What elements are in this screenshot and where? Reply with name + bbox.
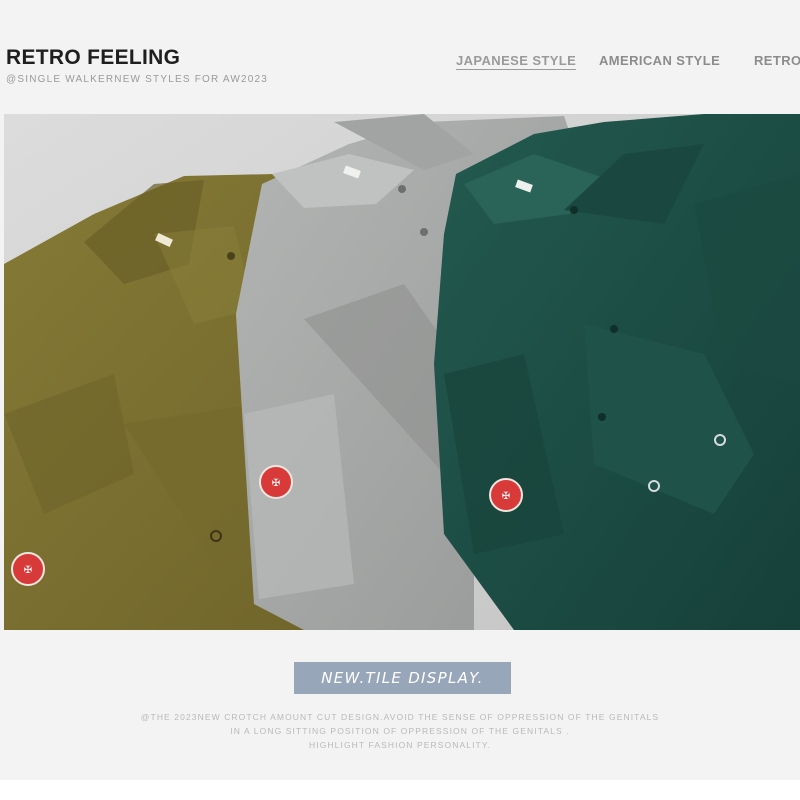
nav-american-style[interactable]: AMERICAN STYLE [599, 53, 720, 68]
description-line-1: @THE 2023NEW CROTCH AMOUNT CUT DESIGN.AV… [140, 712, 660, 722]
nav-japanese-style[interactable]: JAPANESE STYLE [456, 53, 577, 70]
svg-text:✠: ✠ [272, 478, 280, 489]
red-patch-left: ✠ [11, 552, 45, 586]
shirts-illustration: ✠ ✠ ✠ [4, 114, 800, 630]
hero-product-photo: ✠ ✠ ✠ [4, 114, 800, 630]
page-bottom-margin [0, 780, 800, 800]
svg-text:✠: ✠ [502, 491, 510, 502]
page-subtitle: @SINGLE WALKERNEW STYLES FOR AW2023 [6, 74, 269, 85]
description-line-2: IN A LONG SITTING POSITION OF OPPRESSION… [230, 726, 570, 736]
new-tile-display-button[interactable]: NEW.TILE DISPLAY. [294, 662, 511, 694]
green-shirt [434, 114, 800, 630]
style-nav: JAPANESE STYLE AMERICAN STYLE RETRO [0, 53, 800, 70]
nav-retro[interactable]: RETRO [754, 53, 800, 68]
red-patch-right: ✠ [489, 478, 523, 512]
svg-text:✠: ✠ [24, 565, 32, 576]
red-patch-middle: ✠ [259, 465, 293, 499]
product-description: @THE 2023NEW CROTCH AMOUNT CUT DESIGN.AV… [0, 710, 800, 752]
description-line-3: HIGHLIGHT FASHION PERSONALITY. [309, 740, 491, 750]
